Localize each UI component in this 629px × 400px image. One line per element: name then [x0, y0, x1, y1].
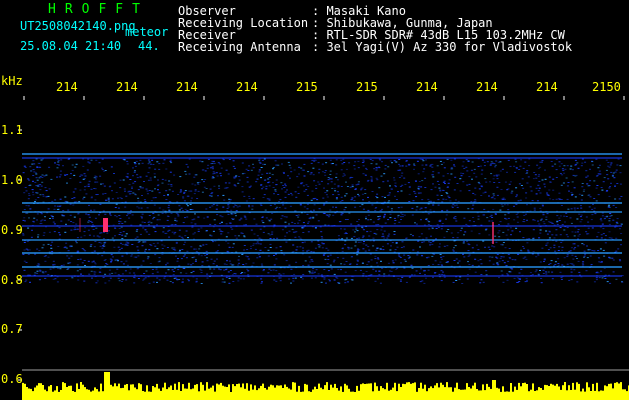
freq-tick-label: 0.7	[1, 322, 23, 336]
activity-histogram	[22, 372, 629, 400]
time-tick-label: 214	[536, 80, 558, 94]
frequency-unit-label: kHz	[1, 74, 23, 88]
time-tick-label: 214	[176, 80, 198, 94]
time-tick-label: 215	[296, 80, 318, 94]
antenna-label: Receiving Antenna	[178, 40, 301, 54]
meteor-echo	[492, 222, 494, 244]
hrofft-spectrogram-screen: HROFFT UT2508042140.png meteor 25.08.04 …	[0, 0, 629, 400]
time-tick-label: 215	[356, 80, 378, 94]
time-tick-label: 214	[416, 80, 438, 94]
brand-title: HROFFT	[48, 2, 149, 17]
freq-tick-label: 0.8	[1, 273, 23, 287]
time-tick-label: 2150	[592, 80, 621, 94]
meteor-echo	[103, 218, 108, 232]
mode-text: meteor	[125, 25, 169, 39]
time-tick-label: 214	[236, 80, 258, 94]
freq-tick-label: 0.9	[1, 223, 23, 237]
freq-tick-label: 1.1	[1, 123, 23, 137]
time-tick-label: 214	[116, 80, 138, 94]
time-tick-label: 214	[56, 80, 78, 94]
freq-tick-label: 1.0	[1, 173, 23, 187]
noise-field	[22, 158, 624, 284]
freq-tick-label: 0.6	[1, 372, 23, 386]
antenna-value: : 3el Yagi(V) Az 330 for Vladivostok	[312, 40, 573, 54]
filename-text: UT2508042140.png	[20, 19, 136, 33]
time-tick-label: 214	[476, 80, 498, 94]
datetime-text: 25.08.04 21:40	[20, 39, 122, 53]
spectrogram-canvas	[18, 96, 629, 400]
echo-count-text: 44.	[138, 39, 160, 53]
